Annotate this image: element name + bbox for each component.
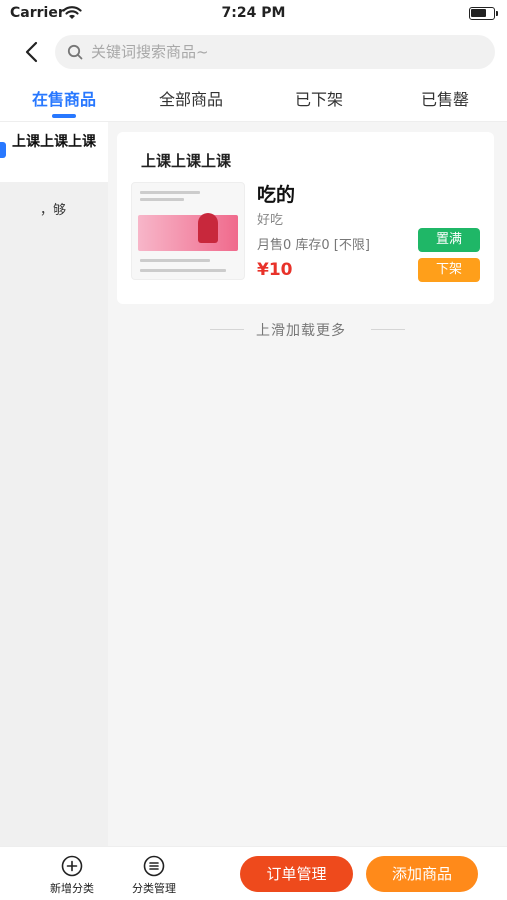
plus-circle-icon <box>61 855 83 877</box>
load-more-text: 上滑加载更多 <box>256 323 346 339</box>
thumbnail-person <box>198 213 218 243</box>
status-bar: Carrier 7:24 PM <box>0 0 507 28</box>
add-product-button[interactable]: 添加商品 <box>366 856 478 892</box>
list-circle-icon <box>143 855 165 877</box>
nav-bar <box>0 28 507 76</box>
add-category-button[interactable]: 新增分类 <box>37 855 107 896</box>
clock: 7:24 PM <box>221 5 286 21</box>
tab-on-sale[interactable]: 在售商品 <box>9 86 119 110</box>
thumbnail-text-line <box>140 198 184 201</box>
order-management-button[interactable]: 订单管理 <box>240 856 353 892</box>
manage-category-label: 分类管理 <box>132 882 176 895</box>
sidebar-item-category-2[interactable]: ，够 <box>0 202 108 222</box>
thumbnail-text-line <box>140 191 200 194</box>
load-more-hint: 上滑加载更多 <box>210 320 405 340</box>
tab-all-products[interactable]: 全部商品 <box>136 86 246 110</box>
bottom-toolbar: 新增分类 分类管理 订单管理 添加商品 <box>0 846 507 900</box>
thumbnail-text-line <box>140 269 226 272</box>
category-title: 上课上课上课 <box>141 152 232 170</box>
tab-removed[interactable]: 已下架 <box>264 86 374 110</box>
category-sidebar: 上课上课上课 ，够 <box>0 122 108 846</box>
back-icon[interactable] <box>22 40 42 64</box>
product-thumbnail[interactable] <box>131 182 245 280</box>
product-description: 好吃 <box>257 213 284 228</box>
search-bar[interactable] <box>55 35 495 69</box>
product-stats: 月售0 库存0 [不限] <box>257 238 370 253</box>
product-card[interactable]: 上课上课上课 吃的 好吃 月售0 库存0 [不限] ¥10 置满 下架 <box>117 132 494 304</box>
product-name: 吃的 <box>257 184 296 206</box>
add-category-label: 新增分类 <box>50 882 94 895</box>
fill-stock-button[interactable]: 置满 <box>418 228 480 252</box>
battery-icon <box>469 7 498 20</box>
take-down-button[interactable]: 下架 <box>418 258 480 282</box>
search-icon <box>67 44 83 60</box>
sidebar-item-label: 上课上课上课 <box>12 134 96 150</box>
thumbnail-text-line <box>140 259 210 262</box>
divider <box>371 329 405 330</box>
product-price: ¥10 <box>257 260 293 280</box>
divider <box>210 329 244 330</box>
thumbnail-banner <box>138 215 238 251</box>
tab-sold-out[interactable]: 已售罄 <box>390 86 500 110</box>
sidebar-item-category-1[interactable]: 上课上课上课 <box>0 122 108 182</box>
search-input[interactable] <box>91 35 481 69</box>
tab-bar: 在售商品 全部商品 已下架 已售罄 <box>0 76 507 122</box>
manage-category-button[interactable]: 分类管理 <box>119 855 189 896</box>
active-category-indicator <box>0 142 6 158</box>
active-tab-indicator <box>52 114 76 118</box>
